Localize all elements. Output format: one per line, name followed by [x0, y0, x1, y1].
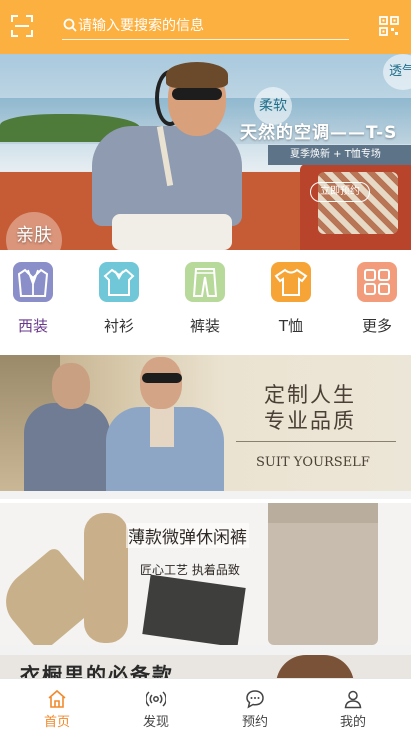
- banner-fabric-swatch: [142, 574, 246, 645]
- broadcast-icon: [145, 689, 167, 709]
- category-shirt[interactable]: 衬衫: [89, 262, 149, 336]
- qr-code-icon[interactable]: [379, 16, 399, 36]
- hero-model-shorts: [112, 214, 232, 250]
- search-placeholder: 请输入要搜索的信息: [78, 18, 204, 34]
- banner-pants: [268, 503, 378, 645]
- user-icon: [343, 689, 363, 709]
- category-label: 裤装: [189, 317, 220, 335]
- suit-banner-divider: [236, 441, 396, 442]
- hero-model-hair: [166, 62, 228, 88]
- hero-banner[interactable]: 柔软 透气 天然的空调——T-S 夏季焕新 + T恤专场 立即预约 亲肤: [0, 54, 411, 250]
- banner-model-scarf: [150, 407, 174, 447]
- pants-banner-line1: 薄款微弹休闲裤: [126, 523, 249, 548]
- category-more[interactable]: 更多: [347, 262, 407, 336]
- hero-title: 天然的空调——T-S: [240, 123, 398, 143]
- suit-icon: [13, 262, 53, 302]
- tab-booking[interactable]: 预约: [223, 687, 287, 737]
- section-divider: [0, 645, 411, 655]
- tab-label: 发现: [142, 715, 169, 730]
- category-label: 西装: [17, 317, 48, 335]
- banner-model-left-suit: [24, 403, 110, 491]
- search-input[interactable]: 请输入要搜索的信息: [62, 12, 349, 40]
- banner-shoe-standing: [84, 513, 128, 643]
- pants-icon: [185, 262, 225, 302]
- tab-label: 预约: [241, 715, 268, 730]
- section-divider: [0, 491, 411, 499]
- chat-icon: [245, 689, 265, 709]
- hero-model-sunglasses: [172, 88, 222, 100]
- pants-promo-banner[interactable]: 薄款微弹休闲裤 匠心工艺 执着品致: [0, 503, 411, 645]
- search-icon: [62, 17, 78, 33]
- banner-model-left-head: [52, 363, 90, 409]
- suit-promo-banner[interactable]: 定制人生 专业品质 SUIT YOURSELF: [0, 355, 411, 491]
- tab-label: 我的: [339, 715, 366, 730]
- tab-label: 首页: [43, 715, 70, 730]
- category-pants[interactable]: 裤装: [175, 262, 235, 336]
- category-label: T恤: [278, 317, 304, 335]
- category-tshirt[interactable]: T恤: [261, 262, 321, 336]
- suit-banner-line2: 专业品质: [264, 409, 356, 433]
- tab-home[interactable]: 首页: [25, 687, 89, 737]
- category-label: 衬衫: [103, 317, 134, 335]
- bottom-tab-bar: 首页 发现 预约 我的: [0, 678, 411, 739]
- hero-subtitle: 夏季焕新 + T恤专场: [268, 145, 411, 165]
- suit-banner-line3: SUIT YOURSELF: [256, 455, 370, 470]
- home-icon: [47, 689, 67, 709]
- tshirt-icon: [271, 262, 311, 302]
- banner-model-sunglasses: [142, 373, 182, 383]
- hero-book-button[interactable]: 立即预约: [310, 182, 370, 202]
- banner-model-right-head: [140, 357, 182, 409]
- tab-discover[interactable]: 发现: [124, 687, 188, 737]
- app-screen: 请输入要搜索的信息 柔软 透气 天然的空调——T-S 夏季焕新 + T恤专场 立…: [0, 0, 411, 739]
- more-icon: [357, 262, 397, 302]
- tab-profile[interactable]: 我的: [321, 687, 385, 737]
- banner-pants-waist: [268, 503, 378, 523]
- top-header: 请输入要搜索的信息: [0, 0, 411, 54]
- shirt-icon: [99, 262, 139, 302]
- pants-banner-line2: 匠心工艺 执着品致: [140, 563, 240, 577]
- category-bar: 西装 衬衫 裤装 T恤 更多: [0, 250, 411, 342]
- category-label: 更多: [361, 317, 392, 335]
- hero-tag-breath: 透气: [383, 54, 411, 90]
- scan-icon[interactable]: [11, 15, 33, 37]
- category-suit[interactable]: 西装: [3, 262, 63, 336]
